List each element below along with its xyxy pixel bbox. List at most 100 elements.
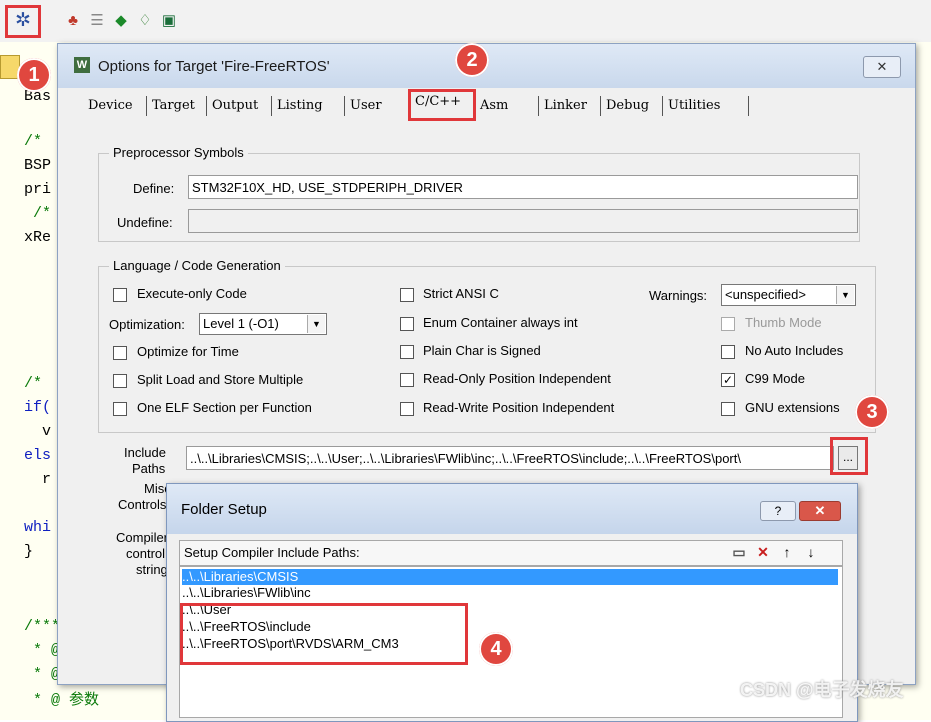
include-list-title: Setup Compiler Include Paths: xyxy=(184,545,360,560)
step-badge-4: 4 xyxy=(479,632,513,666)
tab-device[interactable]: Device xyxy=(88,94,133,118)
split-load-checkbox[interactable] xyxy=(113,374,127,388)
no-auto-includes-label: No Auto Includes xyxy=(745,343,844,358)
optimization-select[interactable]: Level 1 (-O1) ▼ xyxy=(199,313,327,335)
list-item[interactable]: ..\..\Libraries\CMSIS xyxy=(182,569,838,585)
ro-pi-checkbox[interactable] xyxy=(400,373,414,387)
code-line: if( xyxy=(24,399,52,416)
code-line: els xyxy=(24,447,52,464)
keil-icon: W xyxy=(74,57,90,73)
compiler-label-2: control xyxy=(126,546,166,561)
compiler-label-3: string xyxy=(136,562,168,577)
include-list-header: Setup Compiler Include Paths: ▭ ✕ ↑ ↓ xyxy=(179,540,843,566)
download-icon[interactable]: ♢ xyxy=(136,12,154,30)
tab-asm[interactable]: Asm xyxy=(480,94,508,118)
code-line: /* xyxy=(24,375,43,392)
strict-ansi-checkbox[interactable] xyxy=(400,288,414,302)
optimize-time-checkbox[interactable] xyxy=(113,346,127,360)
code-line: BSP xyxy=(24,157,52,174)
enum-container-label: Enum Container always int xyxy=(423,315,578,330)
one-elf-label: One ELF Section per Function xyxy=(137,400,312,415)
code-line: v xyxy=(24,423,52,440)
include-label-1: Include xyxy=(124,445,166,460)
include-label-2: Paths xyxy=(132,461,166,476)
enum-container-checkbox[interactable] xyxy=(400,317,414,331)
highlight-box-4 xyxy=(180,603,468,665)
plain-char-label: Plain Char is Signed xyxy=(423,343,541,358)
warnings-label: Warnings: xyxy=(649,288,708,303)
preprocessor-group: Preprocessor Symbols Define: STM32F10X_H… xyxy=(98,145,860,242)
code-line: whi xyxy=(24,519,52,536)
gnu-extensions-checkbox[interactable] xyxy=(721,402,735,416)
define-field[interactable]: STM32F10X_HD, USE_STDPERIPH_DRIVER xyxy=(188,175,858,199)
thumb-mode-checkbox[interactable] xyxy=(721,317,735,331)
no-auto-includes-checkbox[interactable] xyxy=(721,345,735,359)
c99-mode-checkbox[interactable]: ✓ xyxy=(721,373,735,387)
list-item[interactable]: ..\..\Libraries\FWlib\inc xyxy=(182,585,311,601)
load-icon[interactable]: ♣ xyxy=(64,12,82,30)
move-down-icon[interactable]: ↓ xyxy=(802,543,820,561)
ro-pi-label: Read-Only Position Independent xyxy=(423,371,611,386)
strict-ansi-label: Strict ANSI C xyxy=(423,286,499,301)
c99-mode-label: C99 Mode xyxy=(745,371,805,386)
one-elf-checkbox[interactable] xyxy=(113,402,127,416)
ide-toolbar: ✲ ♣ ☰ ◆ ♢ ▣ xyxy=(0,0,931,43)
options-title: Options for Target 'Fire-FreeRTOS' xyxy=(98,58,330,75)
code-line: * @ 参数 xyxy=(24,692,100,709)
gnu-extensions-label: GNU extensions xyxy=(745,400,840,415)
code-line: * @ xyxy=(24,666,61,683)
highlight-box-2 xyxy=(408,89,476,121)
code-line: r xyxy=(24,471,52,488)
execute-only-checkbox[interactable] xyxy=(113,288,127,302)
codegen-title: Language / Code Generation xyxy=(109,258,285,273)
code-line: /* xyxy=(24,133,43,150)
move-up-icon[interactable]: ↑ xyxy=(778,543,796,561)
chevron-down-icon: ▼ xyxy=(836,286,854,304)
optimize-time-label: Optimize for Time xyxy=(137,344,239,359)
delete-icon[interactable]: ✕ xyxy=(754,543,772,561)
stack-icon[interactable]: ☰ xyxy=(88,12,106,30)
step-badge-1: 1 xyxy=(17,58,51,92)
tab-listing[interactable]: Listing xyxy=(277,94,323,118)
undefine-field[interactable] xyxy=(188,209,858,233)
help-button[interactable]: ? xyxy=(760,501,796,521)
new-folder-icon[interactable]: ▭ xyxy=(730,543,748,561)
close-button[interactable]: ✕ xyxy=(863,56,901,78)
chevron-down-icon: ▼ xyxy=(307,315,325,333)
optimization-value: Level 1 (-O1) xyxy=(203,316,279,331)
tab-utilities[interactable]: Utilities xyxy=(668,94,720,118)
tab-debug[interactable]: Debug xyxy=(606,94,649,118)
tab-linker[interactable]: Linker xyxy=(544,94,587,118)
code-line: /* xyxy=(24,205,52,222)
rw-pi-label: Read-Write Position Independent xyxy=(423,400,615,415)
optimization-label: Optimization: xyxy=(109,317,185,332)
warnings-select[interactable]: <unspecified> ▼ xyxy=(721,284,856,306)
code-line: pri xyxy=(24,181,52,198)
step-badge-2: 2 xyxy=(455,43,489,77)
codegen-group: Language / Code Generation Execute-only … xyxy=(98,258,876,433)
highlight-box-1 xyxy=(5,5,41,38)
include-paths-field[interactable]: ..\..\Libraries\CMSIS;..\..\User;..\..\L… xyxy=(186,446,834,470)
split-load-label: Split Load and Store Multiple xyxy=(137,372,304,387)
define-label: Define: xyxy=(133,181,175,196)
tab-user[interactable]: User xyxy=(350,94,382,118)
preprocessor-title: Preprocessor Symbols xyxy=(109,145,248,160)
thumb-mode-label: Thumb Mode xyxy=(745,315,822,330)
undefine-label: Undefine: xyxy=(117,215,173,230)
close-button[interactable]: ✕ xyxy=(799,501,841,521)
tab-output[interactable]: Output xyxy=(212,94,258,118)
compiler-label-1: Compiler xyxy=(116,530,169,545)
execute-only-label: Execute-only Code xyxy=(137,286,247,301)
rw-pi-checkbox[interactable] xyxy=(400,402,414,416)
code-line: * @ xyxy=(24,642,61,659)
step-badge-3: 3 xyxy=(855,395,889,429)
code-line: } xyxy=(24,543,34,560)
diamond-icon[interactable]: ◆ xyxy=(112,12,130,30)
folder-title-bar: Folder Setup ? ✕ xyxy=(167,484,857,534)
misc-label-2: Controls xyxy=(118,497,167,512)
tab-target[interactable]: Target xyxy=(152,94,195,118)
plain-char-checkbox[interactable] xyxy=(400,345,414,359)
warnings-value: <unspecified> xyxy=(725,287,806,302)
code-line: xRe xyxy=(24,229,52,246)
chip-icon[interactable]: ▣ xyxy=(160,12,178,30)
